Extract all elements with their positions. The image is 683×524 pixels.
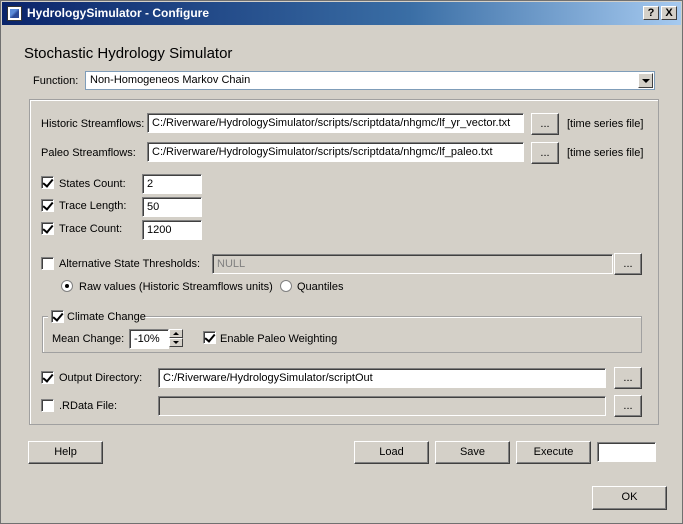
historic-hint: [time series file] xyxy=(567,118,644,130)
output-directory-browse-button[interactable]: ... xyxy=(614,367,642,389)
execute-button[interactable]: Execute xyxy=(516,441,591,464)
output-directory-input[interactable]: C:/Riverware/HydrologySimulator/scriptOu… xyxy=(158,368,606,388)
alt-thresholds-browse-button[interactable]: ... xyxy=(614,253,642,275)
output-directory-checkbox[interactable] xyxy=(41,371,54,384)
alt-thresholds-label: Alternative State Thresholds: xyxy=(59,258,201,270)
historic-browse-button[interactable]: ... xyxy=(531,113,559,135)
states-count-label: States Count: xyxy=(59,178,126,190)
raw-values-label: Raw values (Historic Streamflows units) xyxy=(79,281,273,293)
app-icon xyxy=(7,6,22,21)
paleo-hint: [time series file] xyxy=(567,147,644,159)
rdata-label: .RData File: xyxy=(59,400,118,412)
trace-length-label: Trace Length: xyxy=(59,200,127,212)
raw-values-radio[interactable] xyxy=(61,280,73,292)
quantiles-radio[interactable] xyxy=(280,280,292,292)
spin-up-icon[interactable] xyxy=(169,329,183,338)
states-count-checkbox[interactable] xyxy=(41,176,54,189)
paleo-browse-button[interactable]: ... xyxy=(531,142,559,164)
paleo-weighting-checkbox[interactable] xyxy=(203,331,216,344)
rdata-input[interactable] xyxy=(158,396,606,416)
load-button[interactable]: Load xyxy=(354,441,429,464)
trace-count-checkbox[interactable] xyxy=(41,222,54,235)
function-label: Function: xyxy=(33,75,79,87)
spin-down-icon[interactable] xyxy=(169,338,183,347)
function-select[interactable]: Non-Homogeneos Markov Chain xyxy=(85,71,655,90)
climate-change-checkbox[interactable] xyxy=(51,310,64,323)
trace-length-checkbox[interactable] xyxy=(41,199,54,212)
historic-streamflows-input[interactable]: C:/Riverware/HydrologySimulator/scripts/… xyxy=(147,113,524,133)
ok-button[interactable]: OK xyxy=(592,486,667,510)
trace-count-input[interactable]: 1200 xyxy=(142,220,202,240)
historic-streamflows-label: Historic Streamflows: xyxy=(41,118,145,130)
paleo-streamflows-label: Paleo Streamflows: xyxy=(41,147,136,159)
trace-count-label: Trace Count: xyxy=(59,223,123,235)
mean-change-label: Mean Change: xyxy=(52,333,125,345)
page-title: Stochastic Hydrology Simulator xyxy=(24,45,233,62)
climate-change-label: Climate Change xyxy=(67,311,146,323)
help-icon[interactable]: ? xyxy=(643,6,659,20)
states-count-input[interactable]: 2 xyxy=(142,174,202,194)
trace-length-input[interactable]: 50 xyxy=(142,197,202,217)
rdata-browse-button[interactable]: ... xyxy=(614,395,642,417)
alt-thresholds-checkbox[interactable] xyxy=(41,257,54,270)
output-directory-label: Output Directory: xyxy=(59,372,143,384)
paleo-weighting-label: Enable Paleo Weighting xyxy=(220,333,338,345)
mean-change-spinner[interactable] xyxy=(169,329,183,347)
chevron-down-icon[interactable] xyxy=(638,73,653,88)
function-select-value: Non-Homogeneos Markov Chain xyxy=(90,74,251,86)
rdata-checkbox[interactable] xyxy=(41,399,54,412)
configure-dialog: HydrologySimulator - Configure ? X Stoch… xyxy=(0,0,683,524)
mean-change-input[interactable]: -10% xyxy=(129,329,169,349)
paleo-streamflows-input[interactable]: C:/Riverware/HydrologySimulator/scripts/… xyxy=(147,142,524,162)
title-bar: HydrologySimulator - Configure ? X xyxy=(2,2,681,25)
close-icon[interactable]: X xyxy=(661,6,677,20)
window-title: HydrologySimulator - Configure xyxy=(27,6,210,20)
quantiles-label: Quantiles xyxy=(297,281,344,293)
alt-thresholds-input[interactable]: NULL xyxy=(212,254,613,274)
status-box xyxy=(597,442,656,462)
save-button[interactable]: Save xyxy=(435,441,510,464)
help-button[interactable]: Help xyxy=(28,441,103,464)
